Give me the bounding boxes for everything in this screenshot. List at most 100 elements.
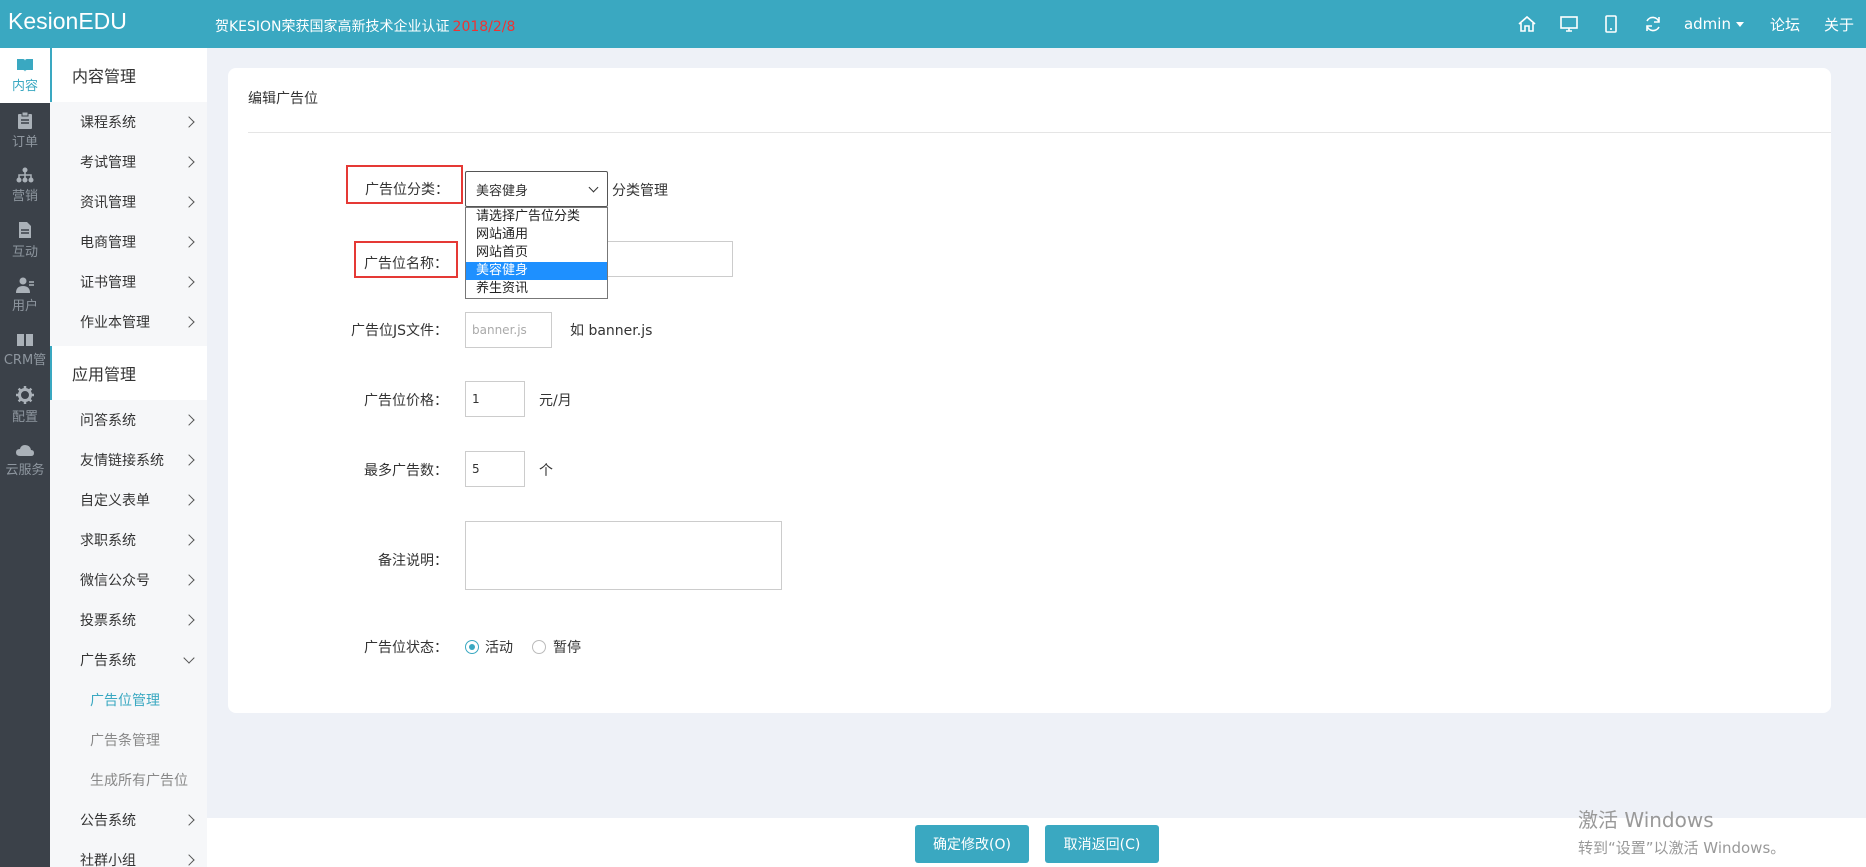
about-link[interactable]: 关于 bbox=[1812, 14, 1866, 35]
rail-item-cloud[interactable]: 云服务 bbox=[0, 433, 50, 488]
gear-icon bbox=[16, 386, 34, 404]
menu-item-news[interactable]: 资讯管理 bbox=[50, 182, 207, 222]
menu-item-label: 求职系统 bbox=[80, 533, 136, 549]
announcement[interactable]: 贺KESION荣获国家高新技术企业认证 2018/2/8 bbox=[215, 16, 515, 36]
status-paused-radio[interactable] bbox=[532, 640, 546, 654]
rail-label: 云服务 bbox=[5, 463, 45, 478]
sitemap-icon bbox=[16, 167, 34, 183]
refresh-icon[interactable] bbox=[1632, 0, 1674, 48]
menu-item-qa[interactable]: 问答系统 bbox=[50, 400, 207, 440]
rail-label: 内容 bbox=[11, 79, 38, 94]
menu-item-label: 友情链接系统 bbox=[80, 453, 164, 469]
sub-item-generate-all[interactable]: 生成所有广告位 bbox=[50, 760, 207, 800]
menu-item-custom-form[interactable]: 自定义表单 bbox=[50, 480, 207, 520]
js-label: 广告位JS文件： bbox=[350, 323, 448, 339]
sub-item-ad-slots[interactable]: 广告位管理 bbox=[50, 680, 207, 720]
top-bar: KesionEDU 贺KESION荣获国家高新技术企业认证 2018/2/8 ad… bbox=[0, 0, 1866, 48]
menu-item-label: 广告系统 bbox=[80, 653, 136, 669]
chevron-right-icon bbox=[183, 414, 195, 426]
clipboard-icon bbox=[18, 111, 32, 129]
rail-item-crm[interactable]: CRM管 bbox=[0, 323, 50, 378]
rail-item-content[interactable]: 内容 bbox=[0, 48, 50, 103]
document-icon bbox=[19, 222, 31, 238]
js-hint: 如 banner.js bbox=[570, 323, 653, 339]
mobile-icon[interactable] bbox=[1590, 0, 1632, 48]
category-option[interactable]: 网站通用 bbox=[466, 226, 607, 244]
user-menu[interactable]: admin bbox=[1674, 15, 1758, 33]
category-option[interactable]: 请选择广告位分类 bbox=[466, 208, 607, 226]
menu-item-vote[interactable]: 投票系统 bbox=[50, 600, 207, 640]
rail-item-config[interactable]: 配置 bbox=[0, 378, 50, 433]
menu-item-friend-links[interactable]: 友情链接系统 bbox=[50, 440, 207, 480]
group-title-apps[interactable]: 应用管理 bbox=[50, 346, 207, 400]
chevron-down-icon bbox=[1735, 22, 1744, 27]
forum-link[interactable]: 论坛 bbox=[1758, 14, 1812, 35]
chevron-right-icon bbox=[183, 316, 195, 328]
price-unit: 元/月 bbox=[539, 393, 572, 409]
chevron-right-icon bbox=[183, 156, 195, 168]
rail-item-interaction[interactable]: 互动 bbox=[0, 213, 50, 268]
rail-label: 营销 bbox=[11, 189, 38, 204]
category-dropdown: 请选择广告位分类 网站通用 网站首页 美容健身 养生资讯 bbox=[465, 207, 608, 299]
menu-item-certificate[interactable]: 证书管理 bbox=[50, 262, 207, 302]
status-paused-label[interactable]: 暂停 bbox=[553, 637, 581, 657]
windows-watermark: 激活 Windows 转到“设置”以激活 Windows。 bbox=[1578, 804, 1785, 858]
user-name: admin bbox=[1683, 15, 1731, 33]
category-option[interactable]: 养生资讯 bbox=[466, 280, 607, 298]
logo[interactable]: KesionEDU bbox=[8, 8, 127, 35]
book-icon bbox=[17, 59, 33, 72]
chevron-right-icon bbox=[183, 494, 195, 506]
status-active-label[interactable]: 活动 bbox=[485, 637, 513, 657]
rail-item-users[interactable]: 用户 bbox=[0, 268, 50, 323]
menu-item-homework[interactable]: 作业本管理 bbox=[50, 302, 207, 342]
category-option[interactable]: 网站首页 bbox=[466, 244, 607, 262]
cancel-button[interactable]: 取消返回(C) bbox=[1045, 825, 1159, 863]
menu-item-jobs[interactable]: 求职系统 bbox=[50, 520, 207, 560]
menu-item-exam[interactable]: 考试管理 bbox=[50, 142, 207, 182]
menu-item-notice[interactable]: 公告系统 bbox=[50, 800, 207, 840]
group-title-content[interactable]: 内容管理 bbox=[50, 48, 207, 102]
menu-item-label: 考试管理 bbox=[80, 155, 136, 171]
js-file-input[interactable]: banner.js bbox=[465, 312, 552, 348]
menu-item-community[interactable]: 社群小组 bbox=[50, 840, 207, 867]
cloud-icon bbox=[16, 445, 34, 456]
chevron-right-icon bbox=[183, 276, 195, 288]
rail-item-marketing[interactable]: 营销 bbox=[0, 158, 50, 213]
chevron-down-icon bbox=[588, 182, 599, 192]
menu-item-label: 投票系统 bbox=[80, 613, 136, 629]
top-right-toolbar: admin 论坛 关于 bbox=[1506, 0, 1866, 48]
rail-label: CRM管 bbox=[3, 353, 47, 368]
note-label: 备注说明： bbox=[378, 553, 448, 569]
rail-label: 用户 bbox=[11, 299, 38, 314]
sub-item-ad-banners[interactable]: 广告条管理 bbox=[50, 720, 207, 760]
max-ads-input[interactable]: 5 bbox=[465, 451, 525, 487]
menu-item-label: 社群小组 bbox=[80, 853, 136, 867]
category-manage-link[interactable]: 分类管理 bbox=[612, 180, 668, 200]
menu-item-wechat[interactable]: 微信公众号 bbox=[50, 560, 207, 600]
menu-item-label: 作业本管理 bbox=[80, 315, 150, 331]
home-icon[interactable] bbox=[1506, 0, 1548, 48]
rail-item-orders[interactable]: 订单 bbox=[0, 103, 50, 158]
max-label: 最多广告数： bbox=[364, 463, 448, 479]
name-label: 广告位名称： bbox=[354, 241, 458, 278]
announcement-date: 2018/2/8 bbox=[452, 19, 516, 35]
confirm-button[interactable]: 确定修改(O) bbox=[915, 825, 1029, 863]
rail-label: 配置 bbox=[11, 410, 38, 425]
menu-item-label: 电商管理 bbox=[80, 235, 136, 251]
menu-item-label: 证书管理 bbox=[80, 275, 136, 291]
chevron-right-icon bbox=[183, 196, 195, 208]
menu-item-course[interactable]: 课程系统 bbox=[50, 102, 207, 142]
category-select[interactable]: 美容健身 bbox=[465, 171, 608, 207]
menu-item-ads[interactable]: 广告系统 bbox=[50, 640, 207, 680]
watermark-subtitle: 转到“设置”以激活 Windows。 bbox=[1578, 839, 1786, 857]
desktop-icon[interactable] bbox=[1548, 0, 1590, 48]
user-icon bbox=[16, 277, 34, 293]
announcement-text: 贺KESION荣获国家高新技术企业认证 bbox=[215, 19, 450, 35]
divider bbox=[248, 132, 1831, 133]
status-active-radio[interactable] bbox=[465, 640, 479, 654]
price-input[interactable]: 1 bbox=[465, 381, 525, 417]
category-option-selected[interactable]: 美容健身 bbox=[466, 262, 607, 280]
chevron-down-icon bbox=[183, 652, 195, 664]
note-textarea[interactable] bbox=[465, 521, 782, 590]
menu-item-ecommerce[interactable]: 电商管理 bbox=[50, 222, 207, 262]
